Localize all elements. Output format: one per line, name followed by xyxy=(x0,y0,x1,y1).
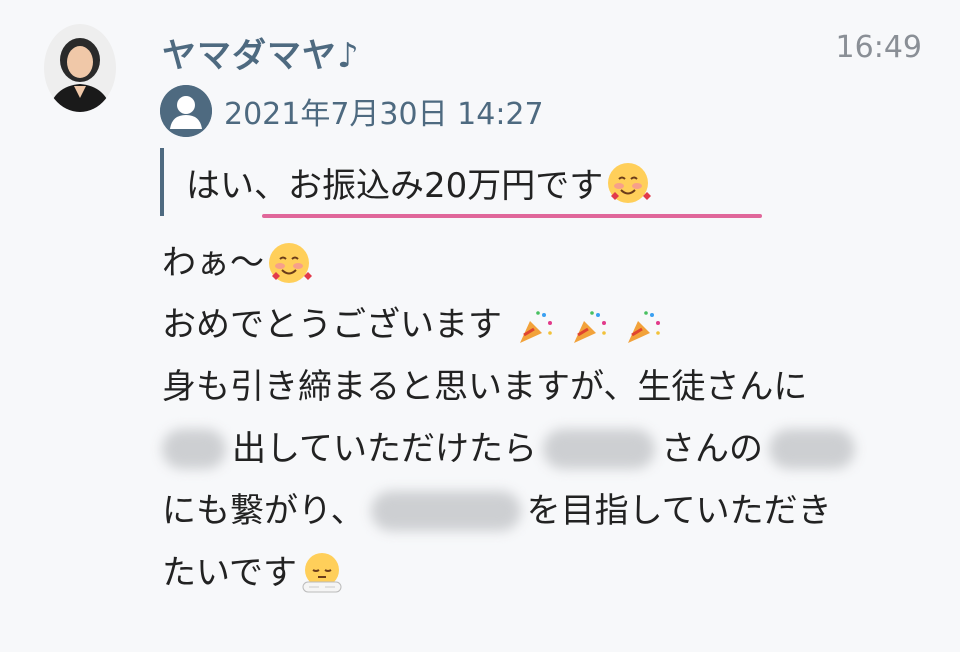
quoted-message-text[interactable]: はい、お振込み20万円です xyxy=(186,158,652,207)
smiling-face-with-hearts-icon xyxy=(266,240,312,286)
smiling-face-with-hearts-icon xyxy=(605,160,652,206)
highlight-underline xyxy=(262,214,762,218)
message-text: たいです xyxy=(162,553,297,593)
quote-bar xyxy=(160,148,164,216)
message-line: にも繋がり、 を目指していただき xyxy=(162,480,922,542)
message-text: 出していただけたら xyxy=(232,429,537,469)
sender-avatar[interactable] xyxy=(44,24,116,112)
sender-name[interactable]: ヤマダマヤ♪ xyxy=(162,28,360,77)
bowing-face-icon xyxy=(299,550,345,596)
user-photo-icon xyxy=(44,24,116,112)
quoted-message-header[interactable]: 2021年7月30日 14:27 xyxy=(160,84,544,138)
message-text: さんの xyxy=(660,429,763,469)
chat-message: ヤマダマヤ♪ 16:49 2021年7月30日 14:27 はい、お振込み20万… xyxy=(0,0,960,652)
message-line: たいです xyxy=(162,542,922,604)
redacted-text xyxy=(370,491,521,531)
quoted-text: はい、お振込み20万円です xyxy=(186,166,604,206)
quoted-message-date: 2021年7月30日 14:27 xyxy=(224,97,544,132)
message-text: にも繋がり、 xyxy=(162,491,365,531)
default-user-icon xyxy=(160,85,212,137)
message-text: を目指していただき xyxy=(526,491,832,531)
message-text: 身も引き締まると思いますが、生徒さんに xyxy=(162,367,808,407)
party-popper-icon xyxy=(570,305,610,345)
message-body: わぁ〜 おめでとうございます 身も引き締まると思いますが、生徒さんに 出していた… xyxy=(162,232,922,604)
message-time: 16:49 xyxy=(835,30,922,65)
party-popper-icon xyxy=(516,305,556,345)
message-line: わぁ〜 xyxy=(162,232,922,294)
redacted-text xyxy=(162,429,226,469)
message-line: 身も引き締まると思いますが、生徒さんに xyxy=(162,356,922,418)
message-line: 出していただけたら さんの xyxy=(162,418,922,480)
redacted-text xyxy=(542,429,655,469)
party-popper-icon xyxy=(624,305,664,345)
redacted-text xyxy=(768,429,855,469)
message-text: わぁ〜 xyxy=(162,243,264,283)
message-text: おめでとうございます xyxy=(162,305,502,345)
message-line: おめでとうございます xyxy=(162,294,922,356)
